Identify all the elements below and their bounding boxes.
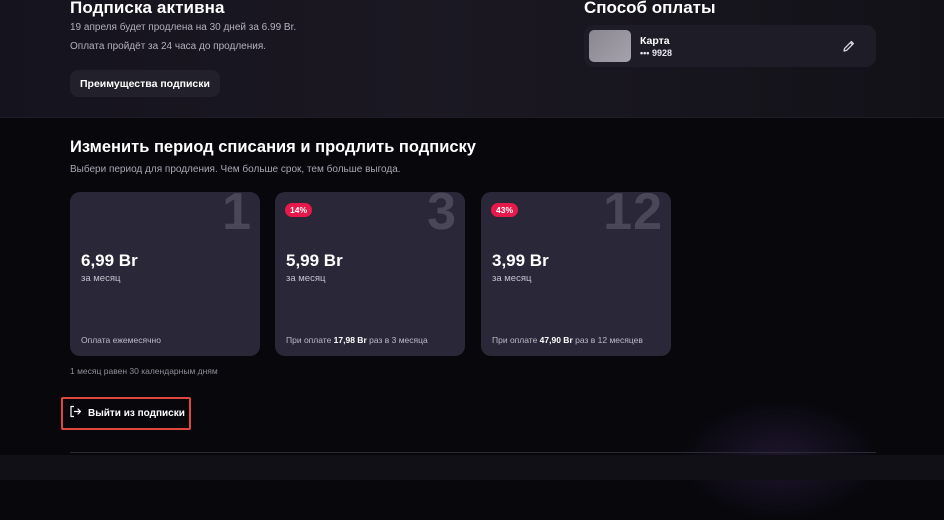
plan-period-label: за месяц bbox=[492, 273, 532, 284]
subscription-status-title: Подписка активна bbox=[70, 0, 225, 17]
card-name: Карта bbox=[640, 35, 670, 47]
period-footnote: 1 месяц равен 30 календарным дням bbox=[70, 366, 218, 376]
section-divider bbox=[70, 452, 876, 453]
plan-price: 5,99 Br bbox=[286, 251, 343, 270]
subscription-benefits-button[interactable]: Преимущества подписки bbox=[70, 70, 220, 97]
exit-subscription-button[interactable]: Выйти из подписки bbox=[61, 397, 191, 430]
plan-price: 6,99 Br bbox=[81, 251, 138, 270]
exit-subscription-label: Выйти из подписки bbox=[88, 408, 185, 419]
plan-payment-note: При оплате 47,90 Br раз в 12 месяцев bbox=[492, 335, 643, 345]
change-period-subtitle: Выбери период для продления. Чем больше … bbox=[70, 164, 401, 175]
discount-badge: 43% bbox=[491, 203, 519, 217]
card-image bbox=[589, 30, 631, 62]
bottom-panel bbox=[0, 455, 944, 480]
plan-payment-note: Оплата ежемесячно bbox=[81, 335, 161, 345]
plan-card-3-months[interactable]: 3 14% 5,99 Br за месяц При оплате 17,98 … bbox=[275, 192, 465, 356]
pencil-icon[interactable] bbox=[842, 39, 856, 53]
card-number: ••• 9928 bbox=[640, 48, 672, 58]
plan-payment-note: При оплате 17,98 Br раз в 3 месяца bbox=[286, 335, 428, 345]
plan-card-1-month[interactable]: 1 6,99 Br за месяц Оплата ежемесячно bbox=[70, 192, 260, 356]
exit-icon bbox=[69, 405, 82, 423]
payment-card: Карта ••• 9928 bbox=[584, 25, 876, 67]
plan-price: 3,99 Br bbox=[492, 251, 549, 270]
renewal-text: 19 апреля будет продлена на 30 дней за 6… bbox=[70, 22, 297, 33]
change-period-title: Изменить период списания и продлить подп… bbox=[70, 138, 476, 156]
plan-months-number: 1 bbox=[222, 192, 252, 241]
payment-method-title: Способ оплаты bbox=[584, 0, 716, 17]
plan-months-number: 12 bbox=[603, 192, 663, 241]
discount-badge: 14% bbox=[285, 203, 313, 217]
plan-card-12-months[interactable]: 12 43% 3,99 Br за месяц При оплате 47,90… bbox=[481, 192, 671, 356]
payment-notice: Оплата пройдёт за 24 часа до продления. bbox=[70, 41, 267, 52]
plan-months-number: 3 bbox=[427, 192, 457, 241]
plan-period-label: за месяц bbox=[81, 273, 121, 284]
plan-period-label: за месяц bbox=[286, 273, 326, 284]
